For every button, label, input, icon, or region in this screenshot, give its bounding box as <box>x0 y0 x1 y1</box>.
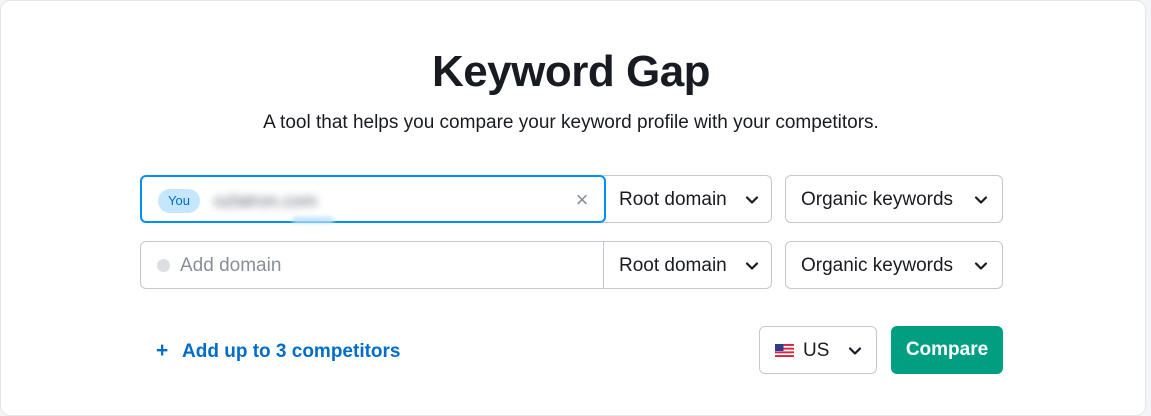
compare-button[interactable]: Compare <box>891 326 1003 374</box>
chevron-down-icon <box>745 196 759 204</box>
domain-scope-label: Root domain <box>619 255 727 276</box>
keyword-type-label: Organic keywords <box>801 255 954 276</box>
chevron-down-icon <box>974 262 988 270</box>
us-flag-icon <box>775 344 794 357</box>
database-label: US <box>803 340 830 361</box>
database-select[interactable]: US <box>759 326 877 374</box>
your-domain-input[interactable]: You ozlatron.com × <box>140 175 606 223</box>
competitor-domain-input[interactable]: Add domain <box>140 241 604 289</box>
competitor-color-dot <box>157 259 170 272</box>
chevron-down-icon <box>745 262 759 270</box>
domain-row-you: You ozlatron.com × Root domain Organic k… <box>140 175 1004 223</box>
domain-row-competitor: Add domain Root domain Organic keywords <box>140 241 1004 289</box>
keyword-type-select-2[interactable]: Organic keywords <box>785 241 1003 289</box>
add-domain-placeholder: Add domain <box>180 255 282 276</box>
close-icon[interactable]: × <box>570 188 594 212</box>
domain-scope-select-1[interactable]: Root domain <box>603 175 772 223</box>
page-title: Keyword Gap <box>431 47 711 96</box>
domain-scope-select-2[interactable]: Root domain <box>603 241 772 289</box>
your-domain-value: ozlatron.com <box>214 191 318 211</box>
keyword-type-label: Organic keywords <box>801 189 954 210</box>
add-competitors-link[interactable]: + Add up to 3 competitors <box>156 338 401 364</box>
keyword-type-select-1[interactable]: Organic keywords <box>785 175 1003 223</box>
plus-icon: + <box>156 339 169 362</box>
chevron-down-icon <box>848 347 862 355</box>
keyword-gap-card: Keyword Gap A tool that helps you compar… <box>0 0 1146 416</box>
page-subtitle: A tool that helps you compare your keywo… <box>263 112 879 133</box>
redaction-blur <box>292 217 334 223</box>
you-badge: You <box>158 189 200 213</box>
add-competitors-label: Add up to 3 competitors <box>182 341 401 362</box>
chevron-down-icon <box>974 196 988 204</box>
domain-scope-label: Root domain <box>619 189 727 210</box>
